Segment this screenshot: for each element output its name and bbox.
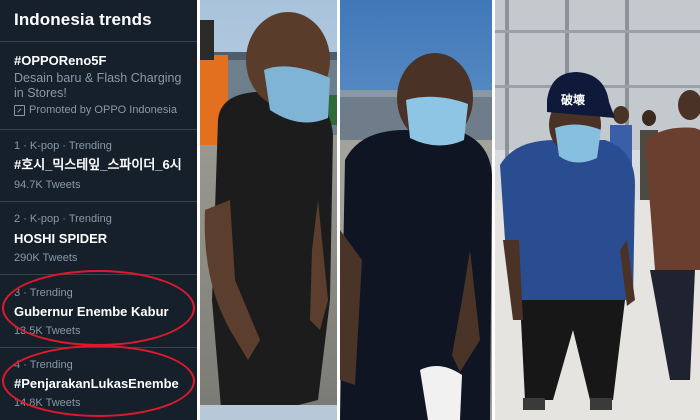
trend-item-4[interactable]: 4 · Trending #PenjarakanLukasEnembe 14.8… [14, 358, 197, 410]
trend-meta: 4 · Trending [14, 359, 73, 371]
promoted-by: Promoted by OPPO Indonesia [14, 103, 197, 117]
photo-2-image [340, 0, 492, 420]
photo-3: 破壊 [495, 0, 700, 420]
trend-name: #PenjarakanLukasEnembe [14, 376, 179, 391]
separator [0, 129, 197, 130]
trend-meta: 3 · Trending [14, 287, 73, 299]
trend-meta: 2 · K-pop · Trending [14, 213, 112, 225]
trend-count: 94.7K Tweets [14, 179, 81, 191]
separator [0, 201, 197, 202]
promoted-trend[interactable]: #OPPOReno5F Desain baru & Flash Charging… [14, 52, 197, 117]
promoted-description-line2: in Stores! [14, 86, 67, 100]
trends-panel: Indonesia trends #OPPOReno5F Desain baru… [0, 0, 197, 420]
cap-text: 破壊 [561, 92, 586, 107]
photo-1 [200, 0, 337, 420]
separator [0, 274, 197, 275]
trend-name: Gubernur Enembe Kabur [14, 304, 169, 319]
trend-item-3[interactable]: 3 · Trending Gubernur Enembe Kabur 13.5K… [14, 286, 197, 338]
photo-3-image: 破壊 [495, 0, 700, 420]
photo-2 [340, 0, 492, 420]
promoted-trend-name: #OPPOReno5F [14, 53, 107, 68]
photo-1-image [200, 0, 337, 420]
promoted-by-label: Promoted by OPPO Indonesia [29, 104, 177, 116]
promoted-icon [14, 104, 25, 116]
trend-name: HOSHI SPIDER [14, 231, 108, 246]
trend-item-1[interactable]: 1 · K-pop · Trending #호시_믹스테잎_스파이더_6시 94… [14, 139, 197, 192]
trend-name: #호시_믹스테잎_스파이더_6시 [14, 157, 182, 172]
trend-item-2[interactable]: 2 · K-pop · Trending HOSHI SPIDER 290K T… [14, 212, 197, 265]
trend-count: 14.8K Tweets [14, 397, 81, 409]
promoted-description-line1: Desain baru & Flash Charging [14, 71, 182, 85]
trend-count: 13.5K Tweets [14, 325, 81, 337]
separator [0, 41, 197, 42]
separator [0, 347, 197, 348]
trend-meta: 1 · K-pop · Trending [14, 140, 112, 152]
panel-title: Indonesia trends [14, 10, 152, 29]
trend-count: 290K Tweets [14, 252, 78, 264]
